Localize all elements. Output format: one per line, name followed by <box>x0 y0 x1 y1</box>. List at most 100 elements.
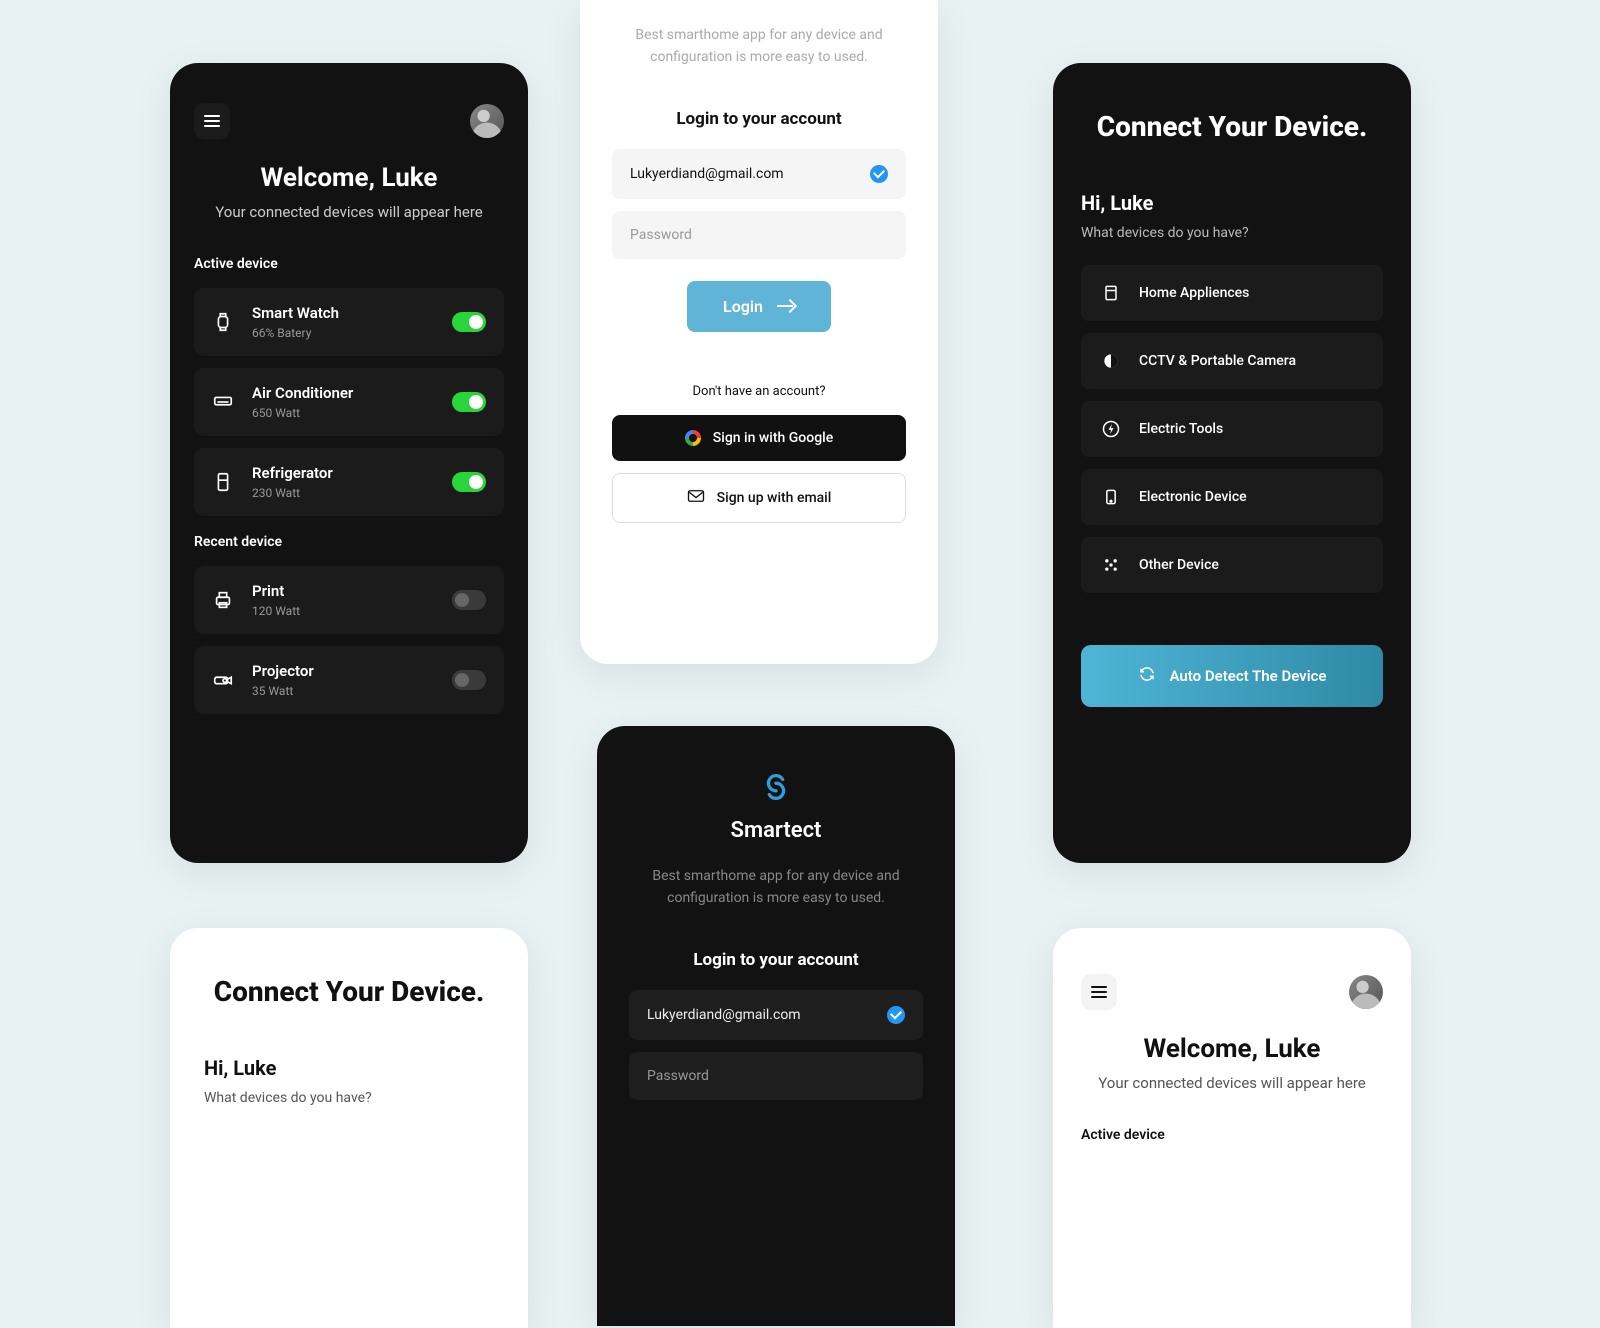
google-label: Sign in with Google <box>713 430 833 446</box>
device-row-print[interactable]: Print 120 Watt <box>194 566 504 634</box>
greeting: Hi, Luke <box>204 1056 494 1080</box>
no-account-text: Don't have an account? <box>612 384 906 399</box>
camera-icon <box>1101 351 1121 371</box>
menu-button[interactable] <box>1081 974 1117 1010</box>
welcome-subtitle: Your connected devices will appear here <box>194 201 504 224</box>
device-row-fridge[interactable]: Refrigerator 230 Watt <box>194 448 504 516</box>
auto-detect-label: Auto Detect The Device <box>1170 667 1327 685</box>
category-other[interactable]: Other Device <box>1081 537 1383 593</box>
avatar[interactable] <box>470 104 504 138</box>
login-button[interactable]: Login <box>687 281 831 332</box>
password-placeholder: Password <box>647 1068 709 1084</box>
active-devices-label: Active device <box>1081 1127 1383 1143</box>
bolt-icon <box>1101 419 1121 439</box>
email-field[interactable]: Lukyerdiand@gmail.com <box>612 149 906 199</box>
hamburger-icon <box>204 115 220 127</box>
device-sub: 650 Watt <box>252 406 434 420</box>
device-sub: 120 Watt <box>252 604 434 618</box>
active-devices-label: Active device <box>194 256 504 272</box>
category-label: Electric Tools <box>1139 421 1223 437</box>
device-row-projector[interactable]: Projector 35 Watt <box>194 646 504 714</box>
device-row-smartwatch[interactable]: Smart Watch 66% Batery <box>194 288 504 356</box>
login-heading: Login to your account <box>612 109 906 129</box>
hamburger-icon <box>1091 986 1107 998</box>
connect-title: Connect Your Device. <box>1081 109 1383 145</box>
connect-screen-light: Connect Your Device. Hi, Luke What devic… <box>170 928 528 1328</box>
device-info: Air Conditioner 650 Watt <box>252 384 434 420</box>
email-value: Lukyerdiand@gmail.com <box>647 1007 801 1023</box>
avatar[interactable] <box>1349 975 1383 1009</box>
category-label: Other Device <box>1139 557 1219 573</box>
device-toggle[interactable] <box>452 670 486 690</box>
email-field[interactable]: Lukyerdiand@gmail.com <box>629 990 923 1040</box>
category-home-appliances[interactable]: Home Appliences <box>1081 265 1383 321</box>
welcome-subtitle: Your connected devices will appear here <box>1081 1072 1383 1095</box>
google-signin-button[interactable]: Sign in with Google <box>612 415 906 461</box>
device-info: Refrigerator 230 Watt <box>252 464 434 500</box>
greeting-sub: What devices do you have? <box>204 1090 494 1106</box>
device-info: Print 120 Watt <box>252 582 434 618</box>
topbar <box>1081 974 1383 1010</box>
home-appliances-icon <box>1101 283 1121 303</box>
category-label: Electronic Device <box>1139 489 1247 505</box>
email-value: Lukyerdiand@gmail.com <box>630 166 784 182</box>
dashboard-screen-light: Welcome, Luke Your connected devices wil… <box>1053 928 1411 1328</box>
fridge-icon <box>212 471 234 493</box>
password-field[interactable]: Password <box>612 211 906 259</box>
projector-icon <box>212 669 234 691</box>
app-tagline: Best smarthome app for any device and co… <box>612 0 906 109</box>
device-name: Projector <box>252 662 434 680</box>
device-toggle[interactable] <box>452 590 486 610</box>
login-screen-dark: Smartect Best smarthome app for any devi… <box>597 726 955 1326</box>
password-placeholder: Password <box>630 227 692 243</box>
device-info: Projector 35 Watt <box>252 662 434 698</box>
password-field[interactable]: Password <box>629 1052 923 1100</box>
device-icon <box>1101 487 1121 507</box>
verified-icon <box>870 165 888 183</box>
device-sub: 230 Watt <box>252 486 434 500</box>
category-electronic-device[interactable]: Electronic Device <box>1081 469 1383 525</box>
device-sub: 66% Batery <box>252 326 434 340</box>
category-label: CCTV & Portable Camera <box>1139 353 1296 369</box>
brand-logo-icon <box>757 768 795 806</box>
email-signup-label: Sign up with email <box>717 490 832 506</box>
greeting-sub: What devices do you have? <box>1081 225 1383 241</box>
grid-icon <box>1101 555 1121 575</box>
recent-devices-label: Recent device <box>194 534 504 550</box>
printer-icon <box>212 589 234 611</box>
connect-screen-dark: Connect Your Device. Hi, Luke What devic… <box>1053 63 1411 863</box>
welcome-title: Welcome, Luke <box>194 163 504 193</box>
app-tagline: Best smarthome app for any device and co… <box>629 857 923 950</box>
email-signup-button[interactable]: Sign up with email <box>612 473 906 523</box>
category-cctv[interactable]: CCTV & Portable Camera <box>1081 333 1383 389</box>
refresh-icon <box>1138 665 1156 687</box>
category-label: Home Appliences <box>1139 285 1249 301</box>
topbar <box>194 103 504 139</box>
device-name: Air Conditioner <box>252 384 434 402</box>
verified-icon <box>887 1006 905 1024</box>
dashboard-screen-dark: Welcome, Luke Your connected devices wil… <box>170 63 528 863</box>
device-name: Smart Watch <box>252 304 434 322</box>
device-toggle[interactable] <box>452 312 486 332</box>
device-name: Print <box>252 582 434 600</box>
login-screen-light: Best smarthome app for any device and co… <box>580 0 938 664</box>
welcome-title: Welcome, Luke <box>1081 1034 1383 1064</box>
connect-title: Connect Your Device. <box>204 974 494 1010</box>
watch-icon <box>212 311 234 333</box>
device-info: Smart Watch 66% Batery <box>252 304 434 340</box>
device-row-ac[interactable]: Air Conditioner 650 Watt <box>194 368 504 436</box>
login-label: Login <box>723 297 763 316</box>
mail-icon <box>687 489 705 507</box>
category-electric-tools[interactable]: Electric Tools <box>1081 401 1383 457</box>
brand-name: Smartect <box>629 818 923 843</box>
device-toggle[interactable] <box>452 472 486 492</box>
menu-button[interactable] <box>194 103 230 139</box>
auto-detect-button[interactable]: Auto Detect The Device <box>1081 645 1383 707</box>
google-icon <box>685 430 701 446</box>
greeting: Hi, Luke <box>1081 191 1383 215</box>
login-heading: Login to your account <box>629 950 923 970</box>
device-toggle[interactable] <box>452 392 486 412</box>
arrow-right-icon <box>777 300 795 312</box>
ac-icon <box>212 391 234 413</box>
device-sub: 35 Watt <box>252 684 434 698</box>
